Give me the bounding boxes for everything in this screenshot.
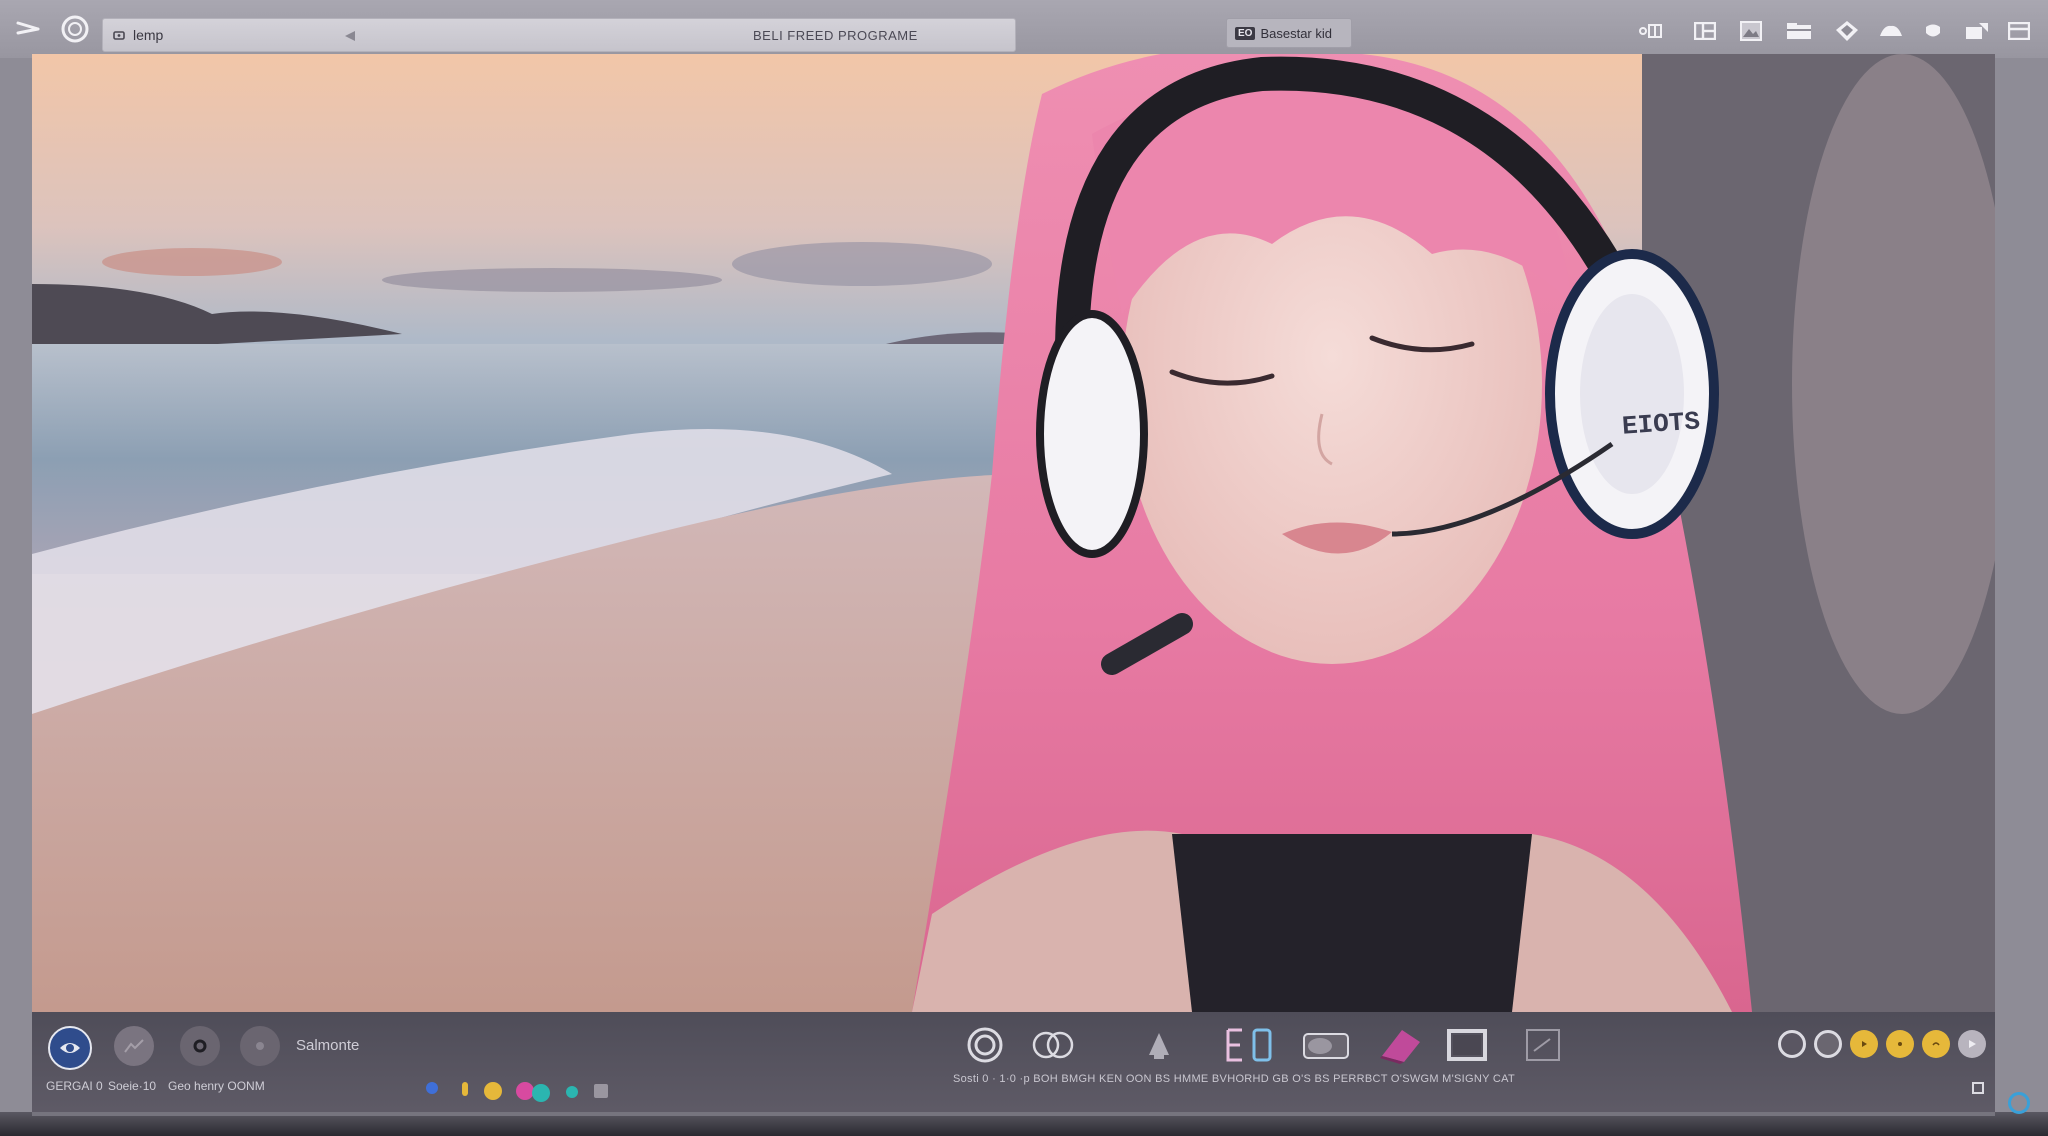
menu-icon[interactable] (14, 14, 44, 44)
chart-icon[interactable] (114, 1026, 154, 1066)
circle-toggle-2-icon[interactable] (1814, 1030, 1842, 1058)
refresh-icon[interactable] (2008, 1092, 2030, 1114)
slider-icon[interactable] (1636, 16, 1666, 46)
bell-icon[interactable] (1136, 1024, 1182, 1066)
window-icon[interactable] (2004, 16, 2034, 46)
page-icon (113, 28, 127, 42)
circle-toggle-1-icon[interactable] (1778, 1030, 1806, 1058)
blue-dot-icon[interactable] (426, 1082, 438, 1094)
text-box-icon[interactable] (1222, 1024, 1278, 1066)
yellow-bar-icon[interactable] (462, 1082, 468, 1096)
cloud-icon[interactable] (1876, 16, 1906, 46)
camera-icon[interactable] (1300, 1024, 1352, 1066)
layout-icon[interactable] (1690, 16, 1720, 46)
resize-icon[interactable] (1972, 1082, 1984, 1094)
folder-icon[interactable] (1784, 16, 1814, 46)
profile-avatar-icon[interactable] (48, 1026, 92, 1070)
link-icon[interactable] (1030, 1024, 1076, 1066)
caption-2: Soeie·10 (108, 1079, 157, 1093)
caption-1: GERGAI 0 (46, 1079, 103, 1093)
edge-line (32, 1112, 1995, 1116)
stop-icon[interactable] (1922, 1030, 1950, 1058)
scene-illustration (32, 54, 1995, 1012)
status-text: Sosti 0 · 1·0 ·p BOH BMGH KEN OON BS HMM… (953, 1073, 1516, 1085)
bottom-toolbar (32, 1012, 1995, 1112)
circle-label: Salmonte (296, 1037, 360, 1054)
shield-icon[interactable] (1918, 16, 1948, 46)
session-button[interactable]: EO Basestar kid (1226, 18, 1352, 48)
window-title: BELI FREED PROGRAME (753, 28, 918, 43)
target-icon[interactable] (962, 1024, 1008, 1066)
eraser-icon[interactable] (1376, 1024, 1424, 1066)
export-icon[interactable] (1962, 16, 1992, 46)
yellow-dot-icon[interactable] (484, 1082, 502, 1100)
address-text: lemp (133, 27, 164, 43)
teal-small-dot-icon[interactable] (566, 1086, 578, 1098)
image-viewport[interactable]: EIOTS (32, 54, 1995, 1012)
play-icon[interactable] (1850, 1030, 1878, 1058)
teal-dot-icon[interactable] (532, 1084, 550, 1102)
back-arrow-icon[interactable] (343, 29, 357, 46)
square-icon[interactable] (594, 1084, 608, 1098)
session-badge: EO (1235, 26, 1256, 40)
headphone-label: EIOTS (1621, 406, 1701, 442)
image-icon[interactable] (1736, 16, 1766, 46)
frame-icon[interactable] (1444, 1024, 1490, 1066)
edit-icon[interactable] (1520, 1024, 1566, 1066)
settings-circle-icon[interactable] (240, 1026, 280, 1066)
record-icon[interactable] (180, 1026, 220, 1066)
session-label: Basestar kid (1260, 25, 1332, 41)
address-bar[interactable]: lemp BELI FREED PROGRAME (102, 18, 1016, 52)
caption-3: Geo henry OONM (168, 1079, 265, 1093)
next-icon[interactable] (1958, 1030, 1986, 1058)
diamond-icon[interactable] (1832, 16, 1862, 46)
pause-icon[interactable] (1886, 1030, 1914, 1058)
app-logo-icon[interactable] (60, 14, 90, 44)
